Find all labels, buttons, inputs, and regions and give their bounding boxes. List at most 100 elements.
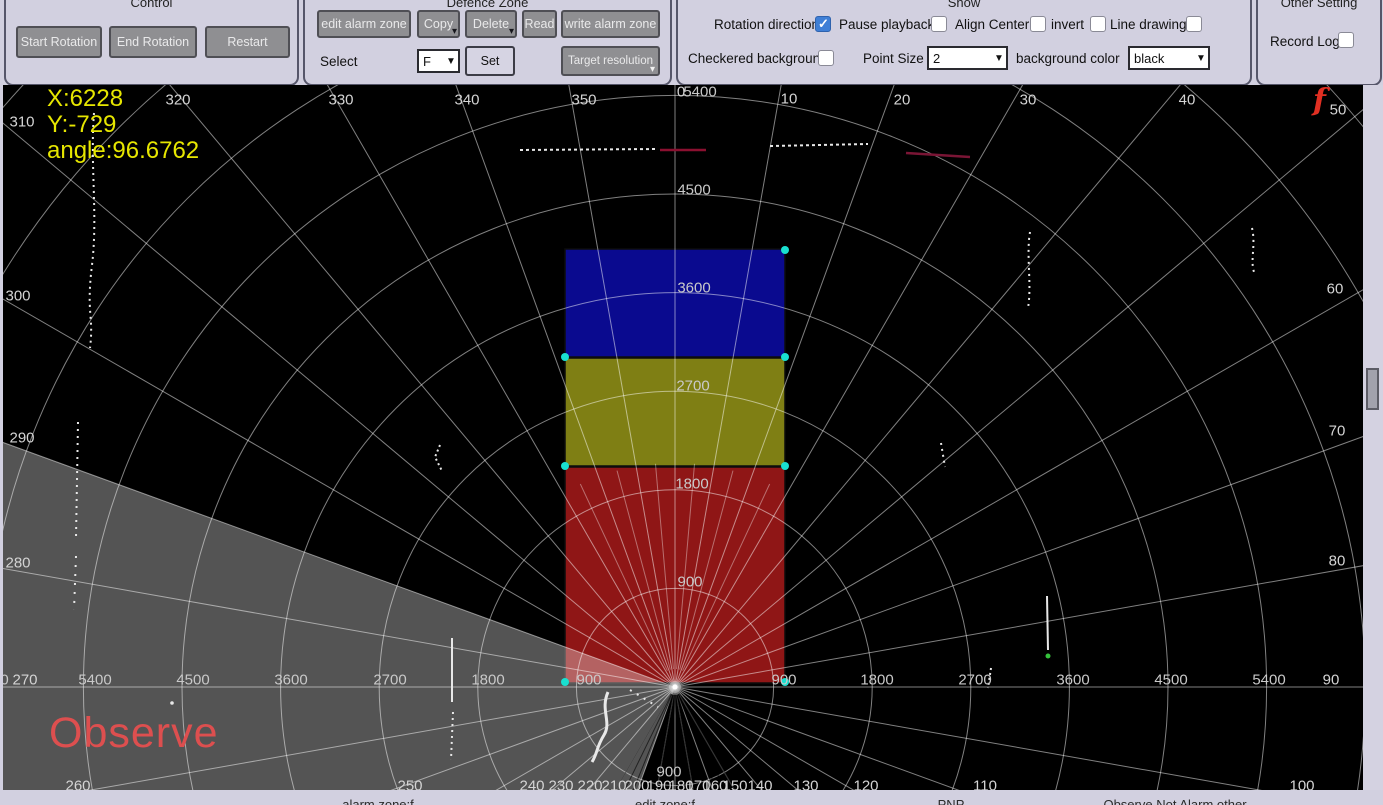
- ring-label: 5400: [1252, 672, 1285, 689]
- select-label: Select: [320, 54, 358, 69]
- toolbar: Control Start Rotation End Rotation Rest…: [0, 0, 1383, 85]
- edit-alarm-zone-button[interactable]: edit alarm zone: [317, 10, 411, 38]
- start-rotation-button[interactable]: Start Rotation: [16, 26, 102, 58]
- read-button[interactable]: Read: [522, 10, 557, 38]
- cursor-readout: X:6228 Y:-729 angle:96.6762: [47, 86, 199, 164]
- ring-label: 900: [677, 574, 702, 591]
- background-color-label: background color: [1016, 51, 1120, 66]
- write-alarm-zone-button[interactable]: write alarm zone: [561, 10, 660, 38]
- invert-label: invert: [1051, 17, 1084, 32]
- vertical-scrollbar-handle[interactable]: [1366, 368, 1379, 410]
- angle-label: 350: [571, 92, 596, 109]
- restart-button[interactable]: Restart: [205, 26, 290, 58]
- ring-label: 2700: [373, 672, 406, 689]
- vertical-scrollbar[interactable]: [1363, 85, 1383, 805]
- ring-label: 3600: [1056, 672, 1089, 689]
- readout-x: X:6228: [47, 86, 199, 112]
- invert-checkbox[interactable]: [1090, 16, 1106, 32]
- background-color-dropdown-arrow-icon: ▼: [1194, 53, 1208, 64]
- angle-label: 100: [1289, 778, 1314, 791]
- select-dropdown-arrow-icon: ▼: [444, 56, 458, 67]
- group-show-title: Show: [942, 0, 987, 10]
- angle-label: 130: [793, 778, 818, 791]
- zone-handle[interactable]: [781, 353, 789, 361]
- select-dropdown[interactable]: F ▼: [417, 49, 460, 73]
- angle-label: 240: [519, 778, 544, 791]
- point-size-label: Point Size: [863, 51, 924, 66]
- angle-label: 250: [397, 778, 422, 791]
- ring-label: 5400: [78, 672, 111, 689]
- angle-label: 210: [601, 778, 626, 791]
- bottom-bar-item: alarm zone:f: [342, 797, 414, 805]
- copy-dropdown-arrow-icon: ▾: [452, 26, 457, 37]
- target-resolution-arrow-icon: ▾: [650, 64, 655, 75]
- line-drawing-label: Line drawing: [1110, 17, 1187, 32]
- point-size-dropdown-value: 2: [929, 51, 992, 66]
- ring-label: 1800: [860, 672, 893, 689]
- record-log-checkbox[interactable]: [1338, 32, 1354, 48]
- zone-handle[interactable]: [561, 462, 569, 470]
- background-color-dropdown[interactable]: black ▼: [1128, 46, 1210, 70]
- ring-label: 3600: [677, 280, 710, 297]
- ring-label: 900: [771, 672, 796, 689]
- target-resolution-button[interactable]: Target resolution▾: [561, 46, 660, 76]
- zone-handle[interactable]: [781, 462, 789, 470]
- checkered-background-checkbox[interactable]: [818, 50, 834, 66]
- angle-label: 200: [624, 778, 649, 791]
- ring-label: 1800: [471, 672, 504, 689]
- angle-label: 340: [454, 92, 479, 109]
- group-control: Control Start Rotation End Rotation Rest…: [4, 0, 299, 86]
- group-other-setting: Other Setting Record Log: [1256, 0, 1382, 86]
- point-size-dropdown[interactable]: 2 ▼: [927, 46, 1008, 70]
- ring-label: 900: [656, 764, 681, 781]
- record-log-label: Record Log: [1270, 34, 1340, 49]
- group-defence-zone-title: Defence Zone: [441, 0, 535, 10]
- background-color-dropdown-value: black: [1130, 51, 1194, 66]
- angle-label: 280: [5, 555, 30, 572]
- end-rotation-button[interactable]: End Rotation: [109, 26, 197, 58]
- ring-label: 1800: [675, 476, 708, 493]
- ring-label: 2700: [958, 672, 991, 689]
- copy-button[interactable]: Copy▾: [417, 10, 460, 38]
- angle-label: 10: [781, 91, 798, 108]
- zone-handle[interactable]: [781, 246, 789, 254]
- angle-label: 260: [65, 778, 90, 791]
- ring-label: 3600: [274, 672, 307, 689]
- angle-label: 300: [5, 288, 30, 305]
- angle-label: 20: [894, 92, 911, 109]
- ring-label: 900: [576, 672, 601, 689]
- set-button[interactable]: Set: [465, 46, 515, 76]
- angle-label: 70: [1329, 423, 1346, 440]
- angle-label: 290: [9, 430, 34, 447]
- zone-handle[interactable]: [561, 353, 569, 361]
- angle-label: 310: [9, 114, 34, 131]
- angle-label: 120: [853, 778, 878, 791]
- angle-label: 110: [973, 778, 997, 791]
- pause-playback-checkbox[interactable]: [931, 16, 947, 32]
- radar-plot[interactable]: 0102030405060708090100110120130140150160…: [3, 85, 1363, 790]
- ring-label: 5400: [683, 85, 716, 101]
- angle-label: 220: [577, 778, 602, 791]
- align-center-checkbox[interactable]: [1030, 16, 1046, 32]
- angle-label: 30: [1020, 92, 1037, 109]
- angle-label: 140: [747, 778, 772, 791]
- rotation-direction-checkbox[interactable]: [815, 16, 831, 32]
- angle-label: 270: [12, 672, 37, 689]
- green-tip-marker: [1046, 654, 1051, 659]
- group-show: Show Rotation direction Pause playback A…: [676, 0, 1252, 86]
- pause-playback-label: Pause playback: [839, 17, 934, 32]
- zone-handle[interactable]: [561, 678, 569, 686]
- bottom-bar-item: PNP: [938, 797, 965, 805]
- angle-label: 60: [1327, 281, 1344, 298]
- delete-button[interactable]: Delete▾: [465, 10, 517, 38]
- angle-label: 90: [1323, 672, 1340, 689]
- angle-label: 330: [328, 92, 353, 109]
- point-size-dropdown-arrow-icon: ▼: [992, 53, 1006, 64]
- group-other-setting-title: Other Setting: [1275, 0, 1364, 10]
- line-drawing-checkbox[interactable]: [1186, 16, 1202, 32]
- ring-label: 2700: [676, 378, 709, 395]
- angle-label: 50: [1330, 102, 1347, 119]
- rotation-direction-label: Rotation direction: [714, 17, 819, 32]
- bottom-bar-item: Observe Not Alarm other: [1103, 797, 1246, 805]
- bottom-status-bar: alarm zone:fedit zone:fPNPObserve Not Al…: [0, 790, 1383, 805]
